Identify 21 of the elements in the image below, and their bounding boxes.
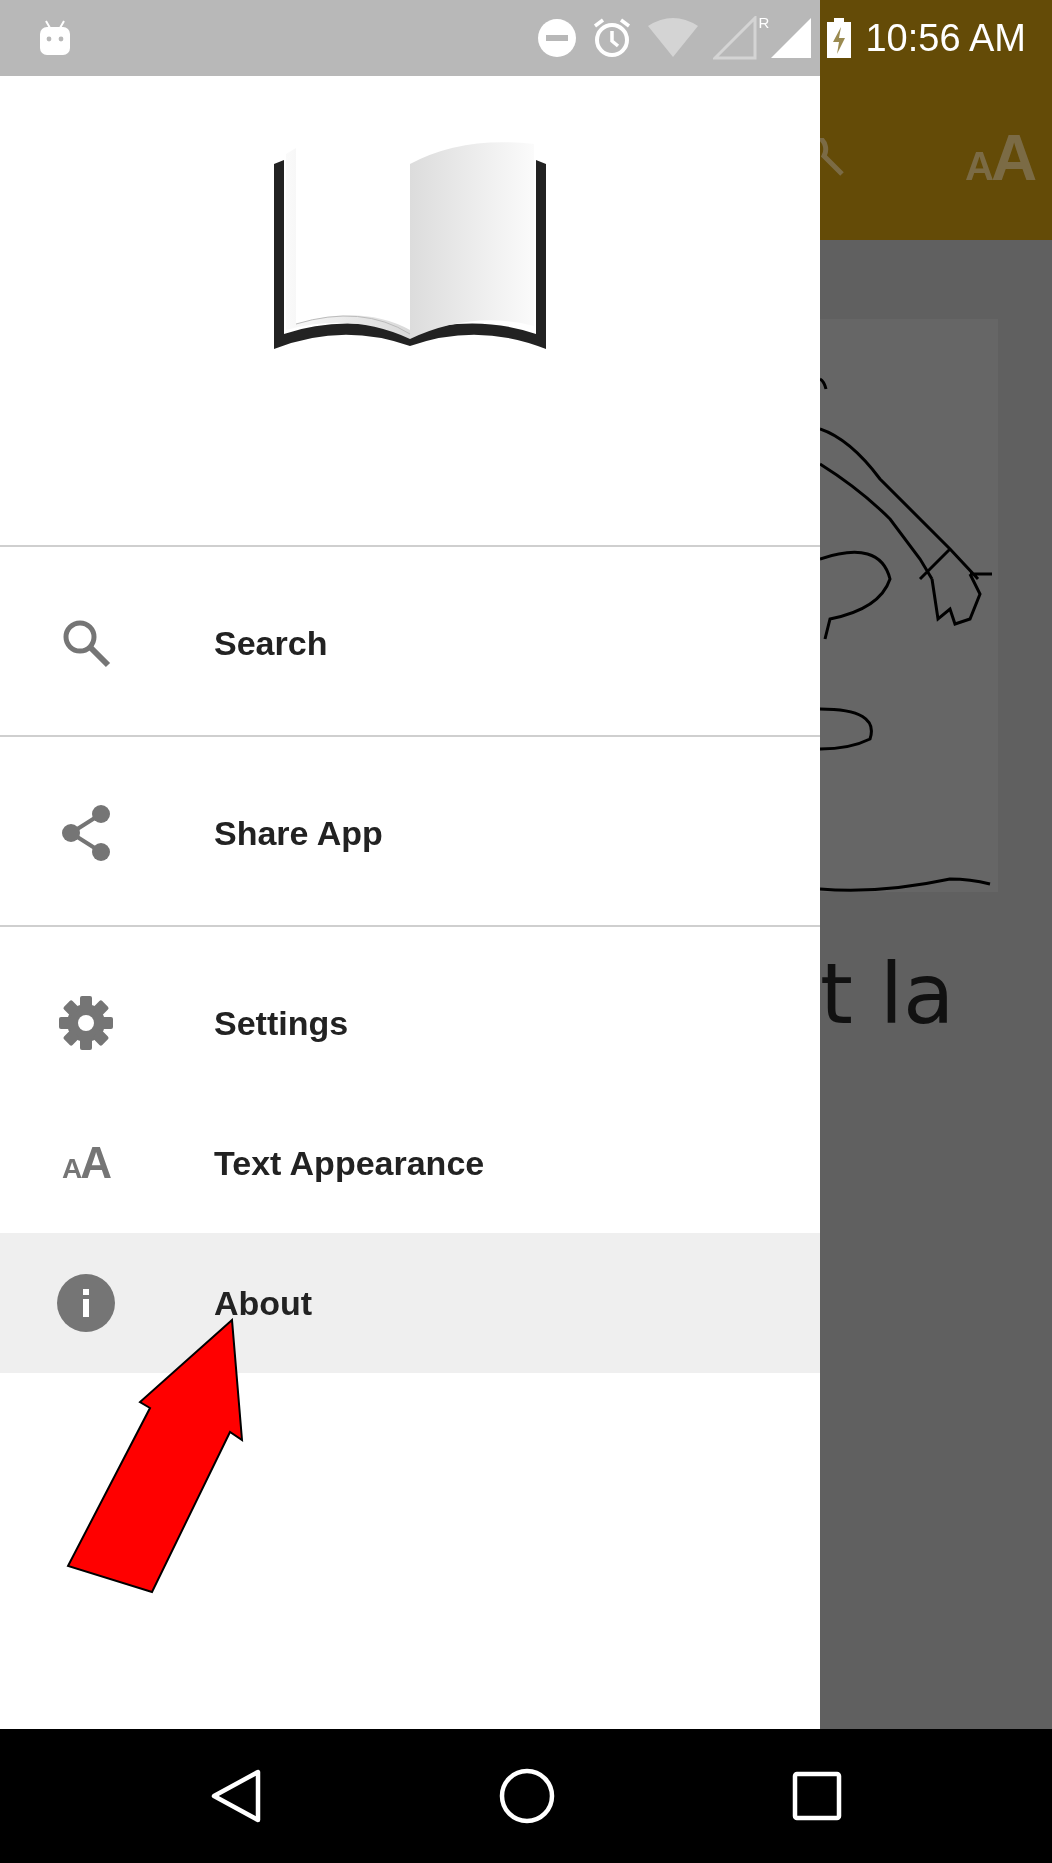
gear-icon (57, 994, 115, 1052)
home-button[interactable] (499, 1768, 555, 1824)
menu-item[interactable]: Search (0, 573, 820, 713)
menu-item[interactable]: Settings (0, 953, 820, 1093)
wifi-icon (646, 18, 699, 58)
signal-icon (769, 16, 814, 60)
charging-battery-icon (827, 18, 852, 58)
menu-item[interactable]: Share App (0, 763, 820, 903)
text-size-icon: AA (62, 1141, 110, 1185)
menu-item[interactable]: About (0, 1233, 820, 1373)
android-icon (38, 19, 72, 57)
share-icon (59, 804, 113, 862)
do-not-disturb-icon (536, 18, 577, 58)
signal-icon (712, 16, 757, 60)
roaming-indicator: R (758, 14, 770, 31)
recent-apps-button[interactable] (792, 1771, 842, 1821)
menu-item[interactable]: AA Text Appearance (0, 1093, 820, 1233)
clock-time: 10:56 AM (865, 16, 1026, 60)
info-icon (57, 1274, 115, 1332)
back-button[interactable] (210, 1768, 262, 1824)
body-text: t la (820, 952, 956, 1036)
